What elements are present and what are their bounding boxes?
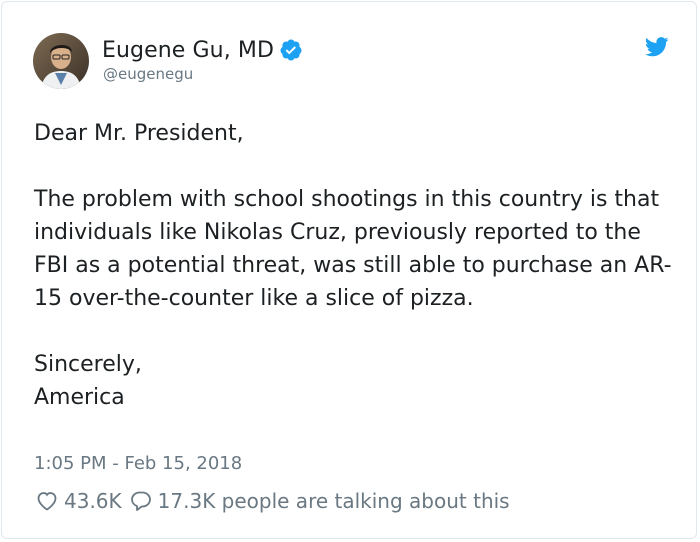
- tweet-paragraph: The problem with school shootings in thi…: [34, 187, 672, 311]
- tweet-body: Dear Mr. President, The problem with sch…: [34, 117, 674, 414]
- twitter-bird-icon[interactable]: [644, 37, 669, 57]
- reply-count: 17.3K people are talking about this: [157, 489, 510, 513]
- avatar[interactable]: [33, 33, 89, 89]
- verified-badge-icon: [279, 38, 303, 62]
- avatar-image: [33, 33, 89, 89]
- like-button[interactable]: 43.6K: [35, 489, 122, 513]
- reply-button[interactable]: 17.3K people are talking about this: [129, 489, 510, 513]
- tweet-timestamp[interactable]: 1:05 PM - Feb 15, 2018: [34, 453, 242, 474]
- tweet-greeting: Dear Mr. President,: [34, 121, 244, 146]
- author-row: Eugene Gu, MD: [102, 36, 303, 64]
- tweet-signature: America: [34, 385, 125, 410]
- tweet-closing: Sincerely,: [34, 352, 142, 377]
- heart-icon: [37, 492, 57, 511]
- speech-bubble-icon: [130, 491, 151, 511]
- tweet-actions: 43.6K 17.3K people are talking about thi…: [35, 488, 510, 514]
- author-name[interactable]: Eugene Gu, MD: [102, 38, 274, 63]
- author-handle[interactable]: @eugenegu: [103, 65, 193, 83]
- like-count: 43.6K: [64, 489, 122, 513]
- tweet-card: Eugene Gu, MD @eugenegu Dear Mr. Preside…: [1, 1, 697, 539]
